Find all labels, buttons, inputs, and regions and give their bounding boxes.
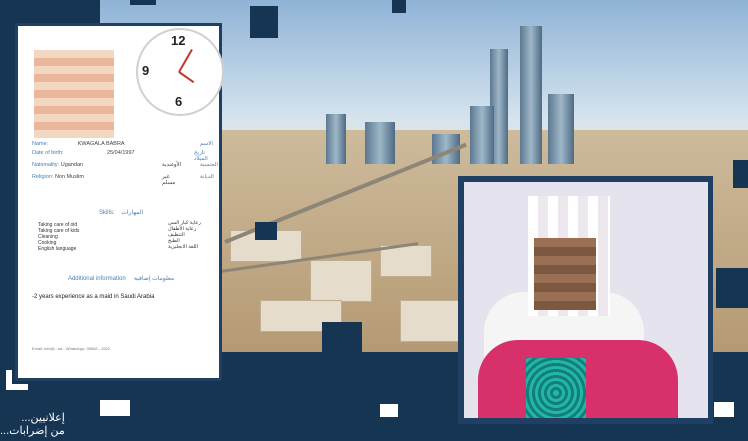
additional-text: -2 years experience as a maid in Saudi A… xyxy=(32,294,155,300)
tower xyxy=(470,106,494,164)
additional-title-en: Additional information xyxy=(67,276,126,282)
clock-hand xyxy=(178,71,195,84)
field-ar-value: غير مسلم xyxy=(162,174,176,186)
tower xyxy=(326,114,346,164)
field-ar-label: الاسم xyxy=(200,141,213,147)
skills-title-en: Skills: xyxy=(98,210,115,216)
building xyxy=(400,300,462,342)
teal-top xyxy=(526,358,586,418)
pixelated-person-photo xyxy=(464,182,708,418)
decor-square xyxy=(255,222,277,240)
decor-square xyxy=(716,268,748,308)
field-ar-label: الجنسية xyxy=(200,162,218,168)
field-ar-label: الديانة xyxy=(200,174,214,180)
field-label: Name: xyxy=(32,141,49,147)
pixelated-face xyxy=(534,238,596,310)
skills-title: Skills: المهارات xyxy=(32,209,210,216)
caption-line: من إضرابات... xyxy=(0,425,65,437)
caption-line: إعلانيين... xyxy=(21,412,65,424)
caption-area: إعلانيين... من إضرابات... xyxy=(0,412,748,441)
field-label: Date of birth: xyxy=(32,150,64,156)
clock-number: 12 xyxy=(171,33,186,48)
field-religion: Religion: Non Muslim غير مسلم الديانة xyxy=(32,174,214,186)
decor-square xyxy=(130,0,156,5)
clock-hand xyxy=(178,48,193,73)
caption-text: إعلانيين... من إضرابات... xyxy=(0,412,65,438)
field-nationality: Nationality: Ugandan الأوغندية الجنسية xyxy=(32,162,218,168)
clock-number: 9 xyxy=(142,63,150,78)
skill-item: English language xyxy=(38,246,77,252)
skill-item-ar: اللغة الانجليزية xyxy=(168,244,198,250)
clock-number: 6 xyxy=(175,94,183,109)
building xyxy=(380,245,432,277)
field-value: KWAGALA BABRA xyxy=(77,141,125,147)
decor-square xyxy=(392,0,406,13)
additional-title: Additional information معلومات إضافية xyxy=(32,275,210,282)
additional-title-ar: معلومات إضافية xyxy=(134,276,175,282)
building xyxy=(310,260,372,302)
tower xyxy=(520,26,542,164)
tower xyxy=(365,122,395,164)
field-dob: Date of birth: 25/04/1997 تاريخ الميلاد xyxy=(32,150,208,162)
field-value: Ugandan xyxy=(60,162,84,168)
decor-square xyxy=(733,160,748,188)
field-label: Nationality: xyxy=(32,162,60,168)
decor-square xyxy=(250,6,278,38)
tower xyxy=(548,94,574,164)
decor-square xyxy=(6,384,28,390)
pixelated-profile-photo xyxy=(34,50,114,138)
cv-footer: Email: info@...sa - WhatsApp: 05962...19… xyxy=(32,346,110,351)
field-ar-value: الأوغندية xyxy=(162,162,182,168)
skills-title-ar: المهارات xyxy=(121,210,144,216)
cv-card: 12 9 6 Name: KWAGALA BABRA الاسم Date of … xyxy=(15,23,224,381)
field-label: Religion: xyxy=(32,174,54,180)
field-value: 25/04/1997 xyxy=(107,150,135,156)
decor-square xyxy=(322,322,362,352)
field-value: Non Muslim xyxy=(54,174,84,180)
clock-logo: 12 9 6 xyxy=(136,28,224,116)
field-ar-label: تاريخ الميلاد xyxy=(194,150,208,162)
field-name: Name: KWAGALA BABRA الاسم xyxy=(32,141,213,147)
